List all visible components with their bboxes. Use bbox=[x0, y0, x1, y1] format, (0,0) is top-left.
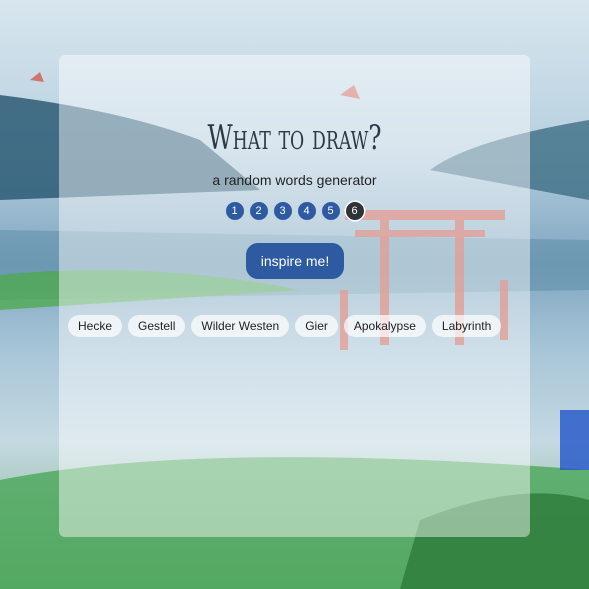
word-count-option-1[interactable]: 1 bbox=[225, 202, 244, 220]
word-count-option-6[interactable]: 6 bbox=[345, 202, 364, 220]
word-chip: Apokalypse bbox=[343, 315, 426, 337]
word-count-selector: 1 2 3 4 5 6 bbox=[0, 202, 589, 220]
word-chip: Gestell bbox=[128, 315, 186, 337]
word-chip: Labyrinth bbox=[431, 315, 502, 337]
inspire-button[interactable]: inspire me! bbox=[246, 243, 344, 279]
word-count-option-2[interactable]: 2 bbox=[249, 202, 268, 220]
word-list: Hecke Gestell Wilder Westen Gier Apokaly… bbox=[68, 315, 502, 337]
word-chip: Wilder Westen bbox=[191, 315, 290, 337]
word-count-option-5[interactable]: 5 bbox=[321, 202, 340, 220]
word-count-option-4[interactable]: 4 bbox=[297, 202, 316, 220]
word-chip: Gier bbox=[295, 315, 338, 337]
word-count-option-3[interactable]: 3 bbox=[273, 202, 292, 220]
page-subtitle: a random words generator bbox=[212, 172, 377, 188]
word-chip: Hecke bbox=[68, 315, 123, 337]
page-title: What to draw? bbox=[207, 118, 382, 158]
